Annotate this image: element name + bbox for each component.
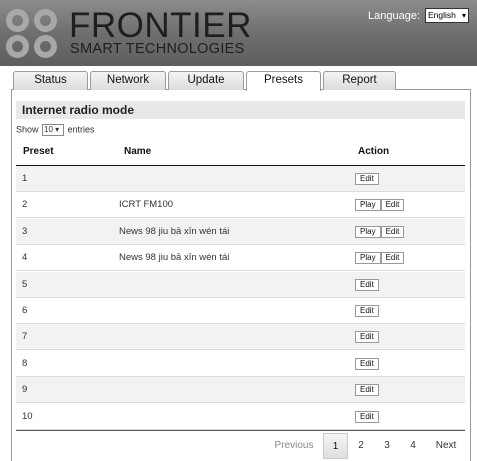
preset-number: 5	[22, 278, 28, 290]
length-suffix: entries	[67, 124, 95, 135]
tab-update[interactable]: Update	[168, 71, 244, 90]
entries-select-value: 10	[44, 125, 53, 134]
tab-network[interactable]: Network	[90, 71, 166, 90]
preset-number: 6	[22, 305, 28, 316]
preset-name: News 98 jiu bā xīn wén tái	[119, 252, 230, 264]
preset-number: 3	[22, 225, 28, 237]
tab-status[interactable]: Status	[13, 71, 88, 90]
preset-actions: Edit	[355, 173, 379, 185]
play-button[interactable]: Play	[355, 252, 381, 265]
preset-actions: Edit	[355, 384, 379, 397]
preset-actions: Play Edit	[355, 199, 405, 212]
preset-actions: Play Edit	[355, 225, 405, 238]
table-row: 5 Edit	[16, 271, 465, 298]
edit-button[interactable]: Edit	[380, 252, 405, 265]
table-row: 9 Edit	[16, 377, 465, 404]
edit-button[interactable]: Edit	[380, 225, 405, 238]
pagination-page[interactable]: 3	[377, 433, 397, 459]
preset-actions: Play Edit	[355, 252, 405, 265]
edit-button[interactable]: Edit	[355, 384, 379, 397]
chevron-down-icon: ▾	[55, 125, 60, 134]
preset-number: 7	[22, 331, 28, 343]
table-row: 4 News 98 jiu bā xīn wén tái Play Edit	[16, 245, 465, 272]
language-select[interactable]: English ▾	[425, 8, 469, 23]
table-row: 3 News 98 jiu bā xīn wén tái Play Edit	[16, 218, 465, 245]
pagination-next[interactable]: Next	[432, 433, 460, 459]
pagination-page[interactable]: 1	[323, 433, 348, 459]
preset-name: News 98 jiu bā xīn wén tái	[119, 225, 230, 237]
edit-button[interactable]: Edit	[355, 331, 379, 344]
preset-actions: Edit	[355, 278, 379, 291]
edit-button[interactable]: Edit	[380, 199, 405, 212]
tab-presets[interactable]: Presets	[246, 71, 321, 91]
edit-button[interactable]: Edit	[355, 278, 379, 291]
edit-button[interactable]: Edit	[355, 410, 379, 423]
chevron-down-icon: ▾	[461, 11, 466, 20]
edit-button[interactable]: Edit	[355, 305, 379, 317]
table-row: 6 Edit	[16, 298, 465, 324]
language-select-value: English	[428, 10, 456, 20]
preset-name: ICRT FM100	[119, 199, 174, 211]
length-prefix: Show	[16, 124, 39, 135]
preset-number: 10	[22, 410, 33, 422]
language-label: Language:	[368, 10, 420, 22]
table-row: 7 Edit	[16, 324, 465, 351]
preset-actions: Edit	[355, 331, 379, 344]
preset-number: 2	[22, 199, 28, 211]
preset-actions: Edit	[355, 357, 379, 370]
header-preset[interactable]: Preset	[23, 146, 54, 157]
section-title: Internet radio mode	[16, 101, 465, 119]
preset-number: 8	[22, 357, 28, 369]
pagination-page[interactable]: 2	[351, 433, 371, 459]
header-name[interactable]: Name	[124, 146, 151, 157]
edit-button[interactable]: Edit	[355, 357, 379, 370]
brand-subtitle: SMART TECHNOLOGIES	[70, 41, 245, 57]
play-button[interactable]: Play	[355, 225, 381, 238]
page-header: FRONTIER SMART TECHNOLOGIES Language: En…	[0, 0, 477, 66]
preset-number: 4	[22, 252, 28, 264]
frontier-logo-icon	[6, 9, 62, 59]
preset-actions: Edit	[355, 305, 379, 317]
table-row: 10 Edit	[16, 404, 465, 430]
entries-select[interactable]: 10 ▾	[42, 124, 65, 136]
pagination-page[interactable]: 4	[403, 433, 423, 459]
table-row: 2 ICRT FM100 Play Edit	[16, 192, 465, 219]
play-button[interactable]: Play	[355, 199, 381, 212]
table-row: 8 Edit	[16, 351, 465, 377]
header-action: Action	[358, 146, 390, 157]
preset-number: 9	[22, 384, 28, 396]
length-control: Show 10 ▾ entries	[16, 124, 95, 136]
pagination-previous[interactable]: Previous	[272, 433, 316, 459]
table-row: 1 Edit	[16, 166, 465, 192]
brand-title: FRONTIER	[69, 6, 252, 45]
edit-button[interactable]: Edit	[355, 173, 379, 185]
preset-actions: Edit	[355, 410, 379, 423]
table-bottom-divider	[16, 430, 465, 431]
tab-report[interactable]: Report	[323, 71, 396, 90]
preset-number: 1	[22, 173, 28, 184]
